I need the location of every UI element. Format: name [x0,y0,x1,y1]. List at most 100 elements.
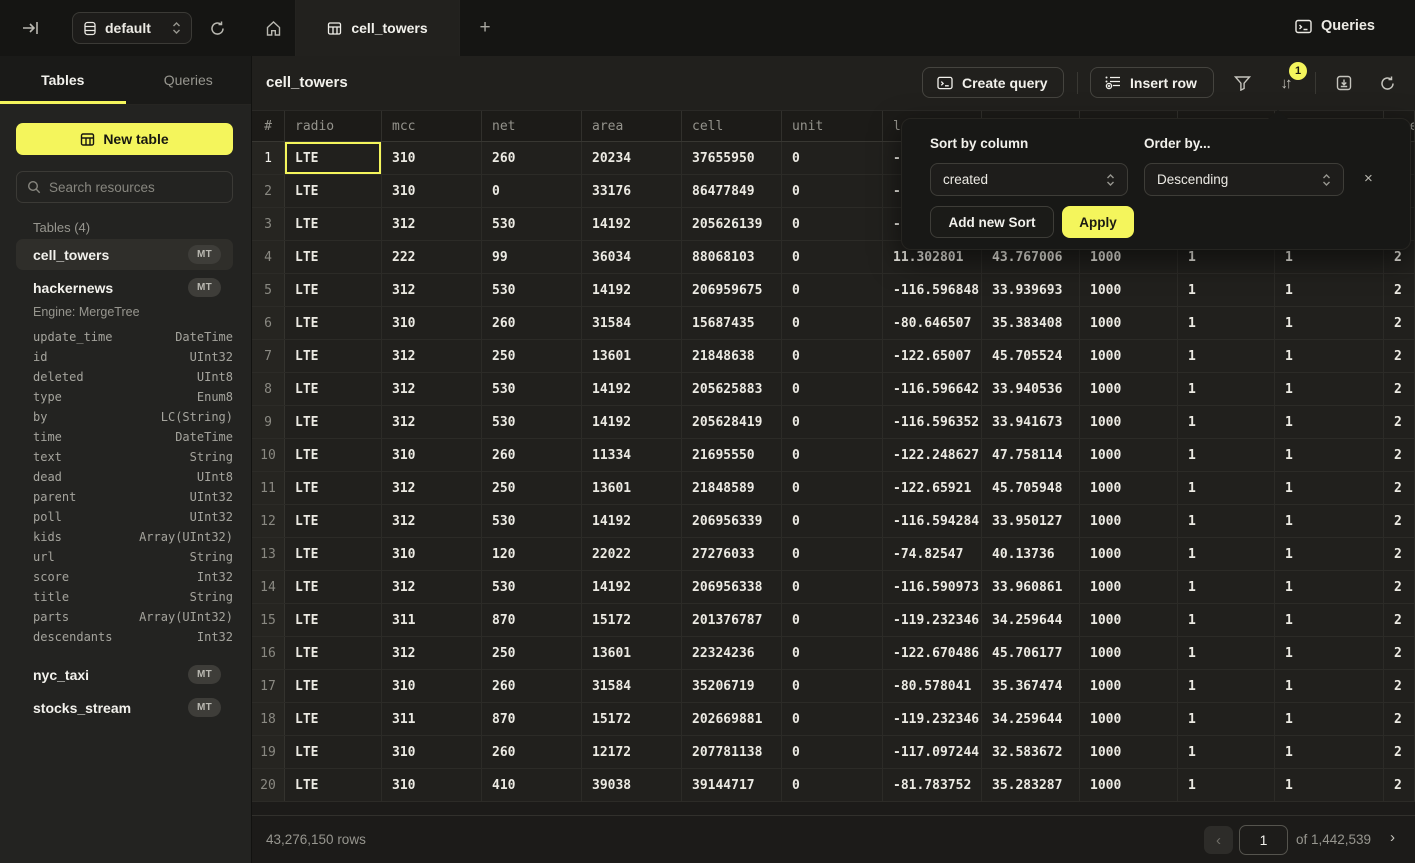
add-new-sort-button[interactable]: Add new Sort [930,206,1054,238]
apply-sort-button[interactable]: Apply [1062,206,1134,238]
table-cell[interactable]: 0 [782,406,883,438]
table-cell[interactable]: 530 [482,571,582,603]
table-cell[interactable]: 86477849 [682,175,782,207]
table-cell[interactable]: 2 [1384,505,1415,537]
table-cell[interactable]: 35.383408 [982,307,1080,339]
table-cell[interactable]: 205625883 [682,373,782,405]
table-cell[interactable]: 312 [382,472,482,504]
table-cell[interactable]: 36034 [582,241,682,273]
table-cell[interactable]: -122.65921 [883,472,982,504]
table-cell[interactable]: 1000 [1080,736,1178,768]
row-number[interactable]: 8 [252,373,285,405]
table-cell[interactable]: 22022 [582,538,682,570]
table-cell[interactable]: 1 [1178,406,1275,438]
table-cell[interactable]: 0 [782,670,883,702]
table-cell[interactable]: LTE [285,604,382,636]
table-cell[interactable]: 2 [1384,604,1415,636]
table-cell[interactable]: 1 [1178,505,1275,537]
table-cell[interactable]: LTE [285,637,382,669]
table-cell[interactable]: -116.596642 [883,373,982,405]
table-cell[interactable]: 0 [782,241,883,273]
table-cell[interactable]: 2 [1384,769,1415,801]
table-cell[interactable]: 15172 [582,604,682,636]
table-cell[interactable]: 1000 [1080,505,1178,537]
table-cell[interactable]: 33.950127 [982,505,1080,537]
table-cell[interactable]: 35.367474 [982,670,1080,702]
table-cell[interactable]: 2 [1384,340,1415,372]
column-header[interactable]: area [582,111,682,141]
table-cell[interactable]: 1 [1275,538,1384,570]
table-cell[interactable]: 1000 [1080,373,1178,405]
table-cell[interactable]: 45.705524 [982,340,1080,372]
table-cell[interactable]: 311 [382,703,482,735]
table-cell[interactable]: 1000 [1080,406,1178,438]
table-cell[interactable]: 88068103 [682,241,782,273]
table-cell[interactable]: -81.783752 [883,769,982,801]
table-cell[interactable]: 1000 [1080,307,1178,339]
table-cell[interactable]: 0 [782,736,883,768]
table-cell[interactable]: 0 [482,175,582,207]
table-cell[interactable]: 1000 [1080,340,1178,372]
row-number[interactable]: 16 [252,637,285,669]
column-header[interactable]: net [482,111,582,141]
table-cell[interactable]: 2 [1384,571,1415,603]
table-cell[interactable]: -117.097244 [883,736,982,768]
table-cell[interactable]: 20234 [582,142,682,174]
table-cell[interactable]: 31584 [582,307,682,339]
table-cell[interactable]: 1000 [1080,538,1178,570]
row-number[interactable]: 19 [252,736,285,768]
table-cell[interactable]: 310 [382,538,482,570]
filter-icon[interactable] [1230,71,1254,95]
table-cell[interactable]: -116.596352 [883,406,982,438]
new-table-button[interactable]: New table [16,123,233,155]
table-cell[interactable]: 530 [482,373,582,405]
table-cell[interactable]: 202669881 [682,703,782,735]
row-number[interactable]: 17 [252,670,285,702]
column-header[interactable]: mcc [382,111,482,141]
table-cell[interactable]: -122.65007 [883,340,982,372]
table-cell[interactable]: -119.232346 [883,703,982,735]
table-cell[interactable]: LTE [285,505,382,537]
table-cell[interactable]: 312 [382,571,482,603]
table-cell[interactable]: 206956339 [682,505,782,537]
table-cell[interactable]: 40.13736 [982,538,1080,570]
remove-sort-icon[interactable]: × [1364,170,1373,187]
table-cell[interactable]: 1 [1275,703,1384,735]
table-cell[interactable]: 31584 [582,670,682,702]
table-cell[interactable]: 1 [1178,637,1275,669]
table-cell[interactable]: 1 [1275,505,1384,537]
table-cell[interactable]: 250 [482,340,582,372]
table-cell[interactable]: -122.248627 [883,439,982,471]
table-cell[interactable]: 312 [382,274,482,306]
table-cell[interactable]: 260 [482,736,582,768]
table-cell[interactable]: 39144717 [682,769,782,801]
table-cell[interactable]: 14192 [582,505,682,537]
table-cell[interactable]: 21848638 [682,340,782,372]
table-cell[interactable]: 1000 [1080,670,1178,702]
table-cell[interactable]: 21695550 [682,439,782,471]
table-cell[interactable]: 34.259644 [982,604,1080,636]
table-cell[interactable]: 13601 [582,637,682,669]
row-number[interactable]: 14 [252,571,285,603]
table-cell[interactable]: LTE [285,373,382,405]
table-cell[interactable]: LTE [285,175,382,207]
table-cell[interactable]: 205628419 [682,406,782,438]
table-cell[interactable]: 1 [1275,274,1384,306]
prev-page-button[interactable]: ‹ [1204,826,1233,854]
table-cell[interactable]: 21848589 [682,472,782,504]
table-cell[interactable]: 120 [482,538,582,570]
table-cell[interactable]: 27276033 [682,538,782,570]
table-cell[interactable]: 1 [1275,604,1384,636]
row-number[interactable]: 12 [252,505,285,537]
table-cell[interactable]: 1 [1275,439,1384,471]
table-cell[interactable]: LTE [285,571,382,603]
table-cell[interactable]: -74.82547 [883,538,982,570]
table-cell[interactable]: 0 [782,604,883,636]
table-cell[interactable]: 34.259644 [982,703,1080,735]
create-query-button[interactable]: Create query [922,67,1064,98]
table-cell[interactable]: -80.578041 [883,670,982,702]
sidebar-item-nyc-taxi[interactable]: nyc_taxi MT [16,659,233,690]
table-cell[interactable]: 1 [1178,472,1275,504]
table-cell[interactable]: 530 [482,208,582,240]
selected-cell[interactable]: LTE [285,142,382,174]
